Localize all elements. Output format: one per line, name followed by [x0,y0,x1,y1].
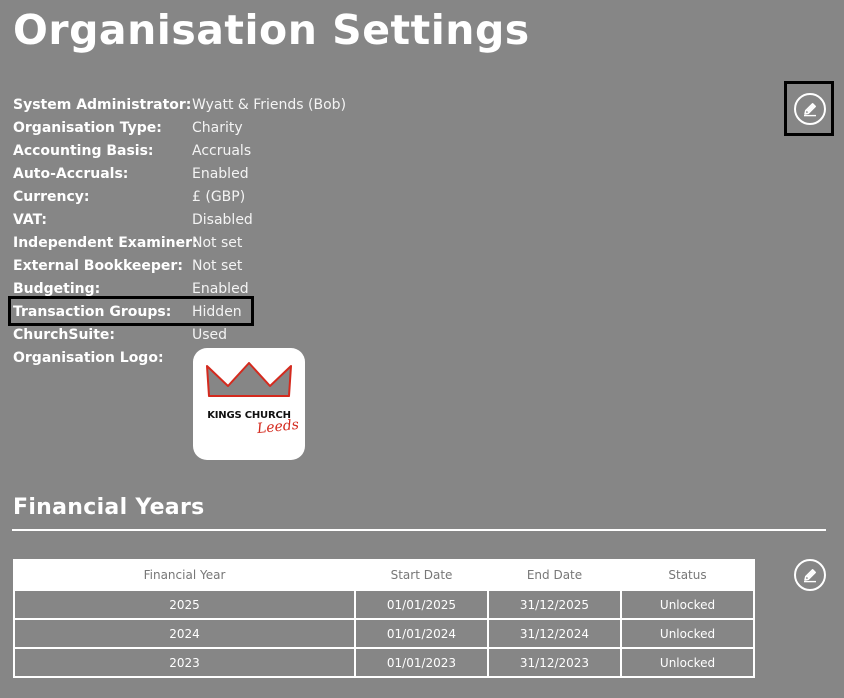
setting-value: Disabled [192,212,253,228]
setting-value: Accruals [192,143,252,159]
table-row[interactable]: 2024 01/01/2024 31/12/2024 Unlocked [13,618,755,649]
pencil-icon [804,569,816,583]
logo-script: Leeds [256,416,300,438]
setting-label: Auto-Accruals: [13,166,129,182]
setting-value: Enabled [192,166,249,182]
table-row[interactable]: 2025 01/01/2025 31/12/2025 Unlocked [13,589,755,620]
setting-label: Organisation Type: [13,120,162,136]
cell-financial-year: 2024 [13,618,356,649]
setting-label: ChurchSuite: [13,327,116,343]
transaction-groups-highlight [8,296,254,326]
edit-settings-highlight [784,81,834,136]
edit-financial-years-button[interactable] [794,559,826,591]
cell-status: Unlocked [620,618,755,649]
setting-label: Organisation Logo: [13,350,164,366]
cell-financial-year: 2025 [13,589,356,620]
financial-years-title: Financial Years [13,495,205,520]
organisation-logo: KINGS CHURCH Leeds [193,348,305,460]
cell-status: Unlocked [620,647,755,678]
setting-label: VAT: [13,212,48,228]
pencil-icon [804,103,816,117]
setting-value: Not set [192,258,243,274]
column-header-end-date[interactable]: End Date [487,559,622,591]
cell-start-date: 01/01/2023 [354,647,489,678]
setting-label: Independent Examiner: [13,235,198,251]
cell-start-date: 01/01/2024 [354,618,489,649]
cell-end-date: 31/12/2024 [487,618,622,649]
column-header-start-date[interactable]: Start Date [354,559,489,591]
cell-end-date: 31/12/2023 [487,647,622,678]
cell-end-date: 31/12/2025 [487,589,622,620]
crown-icon [206,362,292,397]
setting-value: £ (GBP) [192,189,246,205]
setting-value: Not set [192,235,243,251]
setting-label: Accounting Basis: [13,143,154,159]
edit-settings-button[interactable] [794,93,826,125]
setting-value: Charity [192,120,243,136]
financial-years-table: Financial Year Start Date End Date Statu… [13,559,755,678]
table-row[interactable]: 2023 01/01/2023 31/12/2023 Unlocked [13,647,755,678]
setting-value: Used [192,327,228,343]
setting-value: Wyatt & Friends (Bob) [192,97,347,113]
column-header-financial-year[interactable]: Financial Year [13,559,356,591]
table-header-row: Financial Year Start Date End Date Statu… [13,559,755,591]
page-title: Organisation Settings [13,6,530,54]
setting-label: External Bookkeeper: [13,258,183,274]
section-divider [12,529,826,531]
setting-label: Currency: [13,189,90,205]
column-header-status[interactable]: Status [620,559,755,591]
cell-financial-year: 2023 [13,647,356,678]
cell-start-date: 01/01/2025 [354,589,489,620]
setting-label: System Administrator: [13,97,192,113]
cell-status: Unlocked [620,589,755,620]
